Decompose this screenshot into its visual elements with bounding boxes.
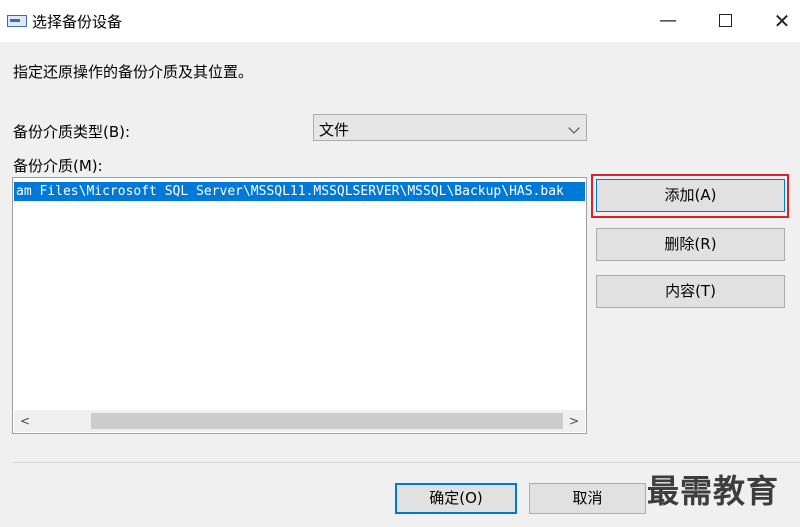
maximize-icon [718, 14, 732, 27]
horizontal-scrollbar[interactable]: < > [14, 410, 585, 432]
media-type-select[interactable]: 文件 [313, 114, 587, 141]
media-listbox[interactable]: am Files\Microsoft SQL Server\MSSQL11.MS… [12, 177, 587, 434]
scrollbar-thumb[interactable] [91, 413, 563, 429]
minimize-button[interactable]: — [655, 8, 681, 34]
chevron-down-icon [568, 122, 580, 134]
scroll-left-icon[interactable]: < [14, 410, 36, 432]
window-title: 选择备份设备 [32, 13, 123, 31]
media-list-label: 备份介质(M): [13, 157, 103, 175]
add-button[interactable]: 添加(A) [596, 179, 785, 212]
remove-button[interactable]: 删除(R) [596, 228, 785, 261]
media-type-label: 备份介质类型(B): [13, 123, 131, 141]
watermark-logo: 最需教育 [647, 472, 780, 510]
contents-button[interactable]: 内容(T) [596, 275, 785, 308]
ok-button[interactable]: 确定(O) [395, 483, 517, 514]
instruction-text: 指定还原操作的备份介质及其位置。 [13, 63, 254, 81]
scroll-right-icon[interactable]: > [563, 410, 585, 432]
cancel-button[interactable]: 取消 [529, 483, 646, 514]
divider [13, 462, 800, 463]
maximize-button[interactable] [712, 8, 738, 34]
window-icon [7, 15, 27, 27]
media-type-value: 文件 [319, 121, 350, 139]
list-item[interactable]: am Files\Microsoft SQL Server\MSSQL11.MS… [14, 182, 585, 201]
title-bar: 选择备份设备 — ✕ [0, 0, 800, 42]
close-button[interactable]: ✕ [769, 8, 795, 34]
